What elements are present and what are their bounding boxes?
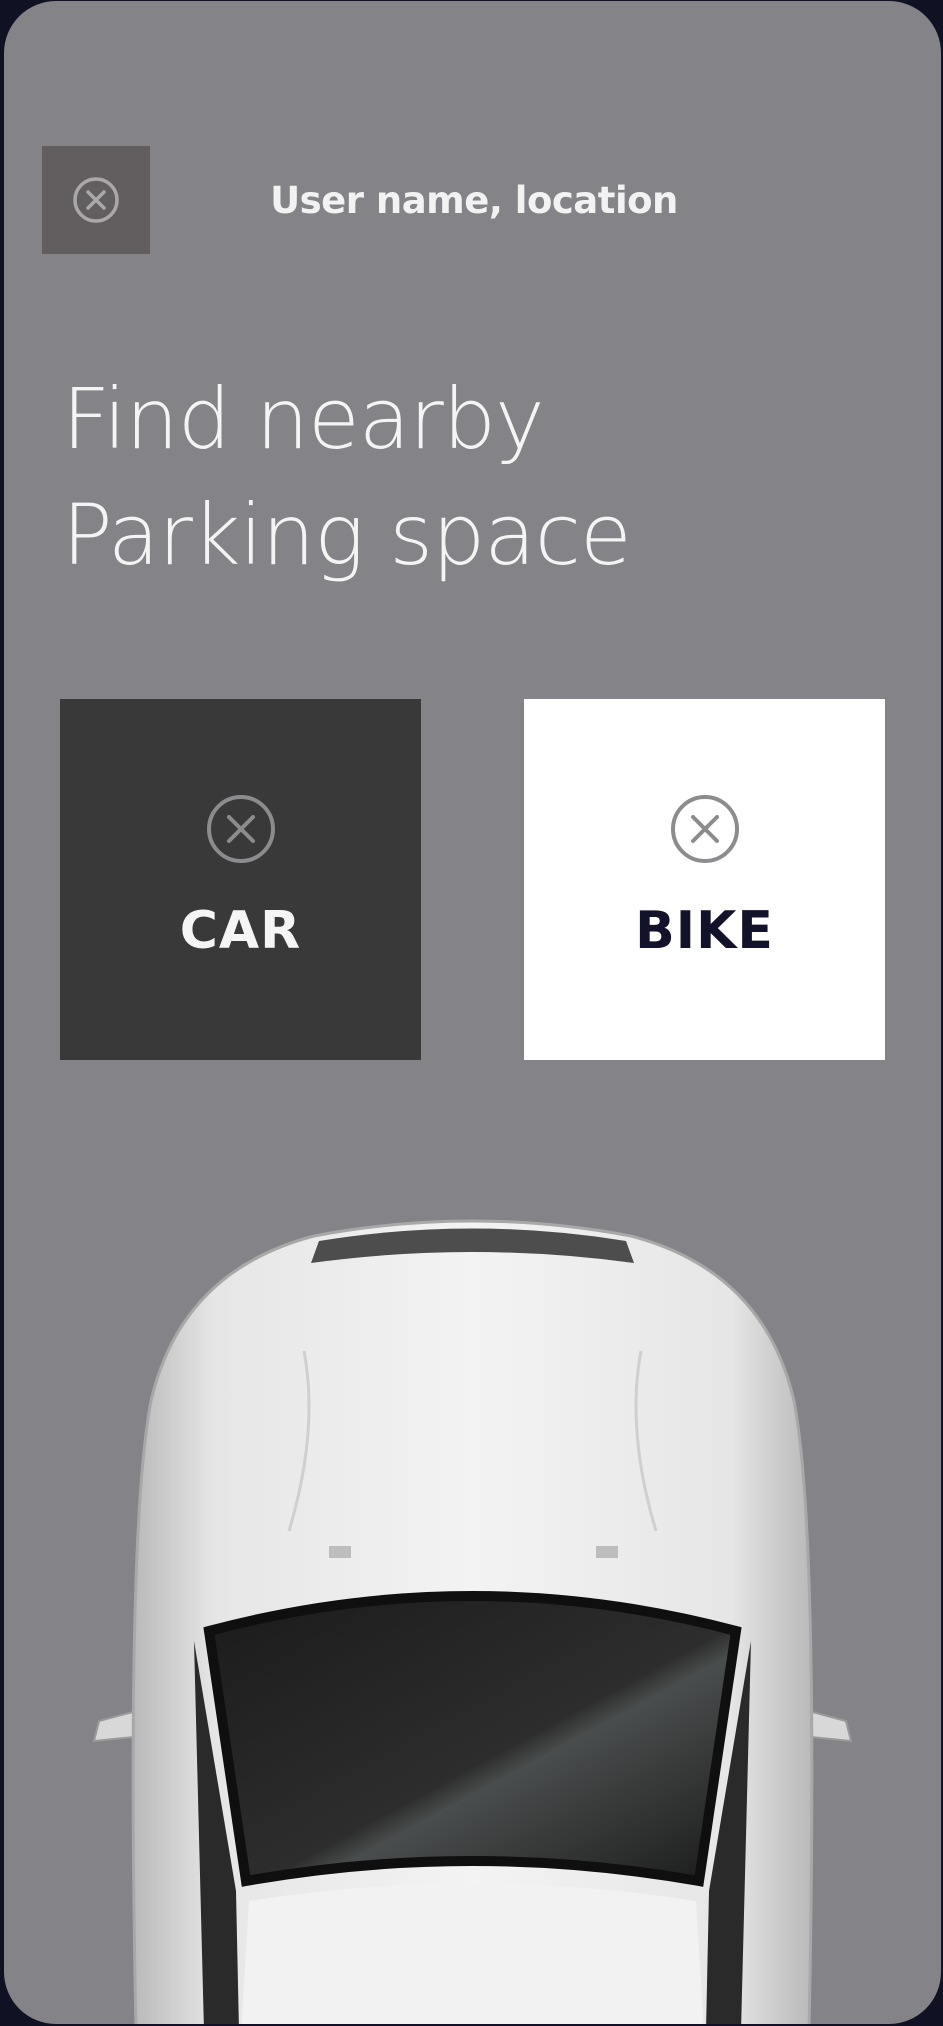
close-circle-icon xyxy=(670,795,739,863)
car-top-view-illustration xyxy=(92,1219,853,2024)
car-option-label: CAR xyxy=(179,901,302,961)
close-circle-icon xyxy=(206,795,275,863)
headline-line-1: Find nearby xyxy=(62,370,545,468)
bike-option-label: BIKE xyxy=(635,901,774,961)
app-screen: User name, location Find nearby Parking … xyxy=(4,1,941,2024)
page-headline: Find nearby Parking space xyxy=(62,361,632,593)
close-button[interactable] xyxy=(42,146,150,254)
user-location-title: User name, location xyxy=(270,179,678,222)
headline-line-2: Parking space xyxy=(62,486,632,584)
close-icon xyxy=(73,177,119,223)
bike-option-tile[interactable]: BIKE xyxy=(524,699,885,1060)
car-option-tile[interactable]: CAR xyxy=(60,699,421,1060)
